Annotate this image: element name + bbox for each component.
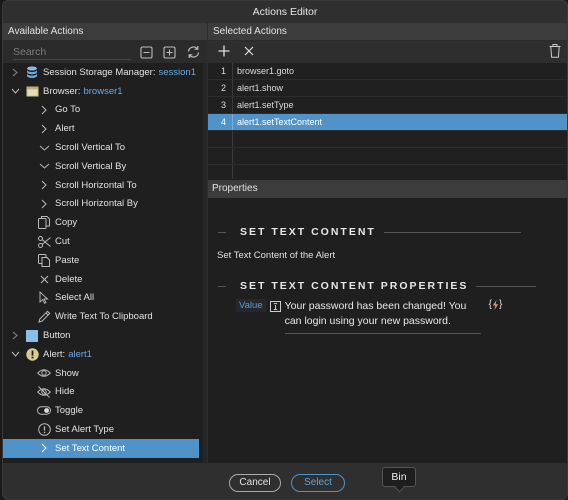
copy-icon <box>37 216 51 230</box>
value-property-row: Value Your password has been changed! Yo… <box>236 299 502 334</box>
tree-item-button[interactable]: Button <box>3 326 207 345</box>
selected-actions-list: 1 browser1.goto 2 alert1.show 3 alert1.setT… <box>208 63 567 179</box>
chevron-right-icon <box>37 178 51 192</box>
chevron-right-icon <box>37 103 51 117</box>
tree-item-session-storage[interactable]: Session Storage Manager: session1 <box>3 63 207 82</box>
tree-item-set-alert-type[interactable]: Set Alert Type <box>3 420 207 439</box>
list-item-empty[interactable] <box>208 165 567 179</box>
list-item[interactable]: 2 alert1.show <box>208 80 567 97</box>
tree-item-delete[interactable]: Delete <box>3 270 207 289</box>
scissors-icon <box>37 235 51 249</box>
list-item-empty[interactable] <box>208 131 567 148</box>
chevron-right-icon <box>37 441 51 455</box>
tree-item-scroll-horizontal-to[interactable]: Scroll Horizontal To <box>3 176 207 195</box>
remove-icon[interactable] <box>244 46 254 59</box>
cancel-button[interactable]: Cancel <box>229 474 281 492</box>
divider <box>218 285 226 287</box>
tree-item-select-all[interactable]: Select All <box>3 289 207 308</box>
pencil-icon <box>37 310 51 324</box>
chevron-down-icon <box>37 159 51 173</box>
value-text-field[interactable]: Your password has been changed! You can … <box>284 299 481 334</box>
tree-item-go-to[interactable]: Go To <box>3 101 207 120</box>
divider <box>383 231 521 233</box>
list-item[interactable]: 3 alert1.setType <box>208 97 567 114</box>
divider <box>476 285 537 287</box>
search-row <box>3 41 207 63</box>
tree-item-scroll-vertical-to[interactable]: Scroll Vertical To <box>3 138 207 157</box>
tree-item-scroll-horizontal-by[interactable]: Scroll Horizontal By <box>3 195 207 214</box>
properties-header: Properties <box>208 180 567 198</box>
session1-link[interactable]: session1 <box>158 67 196 78</box>
available-actions-pane: Available Actions Session Storage Ma <box>3 23 207 463</box>
available-actions-header: Available Actions <box>3 23 207 41</box>
search-input[interactable] <box>13 44 131 60</box>
chevron-down-icon[interactable] <box>9 351 21 358</box>
properties-section-title: SET TEXT CONTENT PROPERTIES <box>218 280 537 292</box>
selected-actions-header: Selected Actions <box>208 23 567 41</box>
tree-item-hide[interactable]: Hide <box>3 383 207 402</box>
selected-actions-pane: Selected Actions 1 browser1.goto 2 alert1.… <box>208 23 567 463</box>
chevron-right-icon[interactable] <box>9 331 21 340</box>
divider <box>218 231 226 233</box>
action-description: Set Text Content of the Alert <box>217 250 336 261</box>
actions-editor-window: Actions Editor Available Actions Search … <box>2 0 568 500</box>
tree-item-alert-action[interactable]: Alert <box>3 119 207 138</box>
chevron-down-icon <box>37 141 51 155</box>
window-title: Actions Editor <box>3 1 567 23</box>
tree-item-browser[interactable]: Browser: browser1 <box>3 82 207 101</box>
selected-actions-toolbar <box>208 41 567 63</box>
add-icon[interactable] <box>218 45 230 60</box>
bin-icon[interactable] <box>549 43 561 61</box>
exclamation-circle-icon <box>37 423 51 437</box>
dialog-footer: Cancel Select <box>3 463 567 499</box>
tree-item-show[interactable]: Show <box>3 364 207 383</box>
bin-tooltip: Bin <box>382 467 416 487</box>
list-item-selected[interactable]: 4 alert1.setTextContent <box>208 114 567 131</box>
select-button[interactable]: Select <box>291 474 345 492</box>
x-icon <box>37 272 51 286</box>
chevron-down-icon[interactable] <box>9 88 21 94</box>
toggle-icon <box>37 404 51 418</box>
data-binding-icon[interactable]: {} <box>489 299 503 310</box>
tree-item-alert[interactable]: Alert: alert1 <box>3 345 207 364</box>
expand-all-icon[interactable] <box>163 45 176 59</box>
left-scrollbar[interactable] <box>203 63 207 463</box>
paste-icon <box>37 253 51 267</box>
eye-slash-icon <box>37 385 51 399</box>
collapse-all-icon[interactable] <box>140 45 153 59</box>
list-item[interactable]: 1 browser1.goto <box>208 63 567 80</box>
tree-item-paste[interactable]: Paste <box>3 251 207 270</box>
tree-item-write-text-to-clipboard[interactable]: Write Text To Clipboard <box>3 307 207 326</box>
section-title: SET TEXT CONTENT <box>218 226 521 238</box>
value-label: Value <box>236 299 266 312</box>
chevron-right-icon[interactable] <box>9 68 21 77</box>
chevron-right-icon <box>37 197 51 211</box>
tree-item-toggle[interactable]: Toggle <box>3 401 207 420</box>
eye-icon <box>37 366 51 380</box>
chevron-right-icon <box>37 122 51 136</box>
database-icon <box>25 65 39 79</box>
cursor-icon <box>37 291 51 305</box>
actions-tree: Session Storage Manager: session1 Browser… <box>3 63 207 458</box>
alert1-link[interactable]: alert1 <box>68 349 92 360</box>
tree-item-copy[interactable]: Copy <box>3 213 207 232</box>
tree-item-scroll-vertical-by[interactable]: Scroll Vertical By <box>3 157 207 176</box>
browser1-link[interactable]: browser1 <box>83 86 122 97</box>
browser-window-icon <box>25 84 39 98</box>
tree-item-cut[interactable]: Cut <box>3 232 207 251</box>
button-square-icon <box>25 329 39 343</box>
info-icon[interactable] <box>269 301 281 315</box>
list-item-empty[interactable] <box>208 148 567 165</box>
refresh-icon[interactable] <box>186 45 201 59</box>
alert-exclamation-icon <box>25 347 39 361</box>
tree-item-set-text-content[interactable]: Set Text Content <box>3 438 199 458</box>
